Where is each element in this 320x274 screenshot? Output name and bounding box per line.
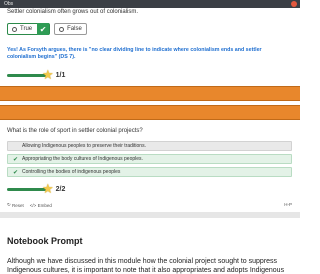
option-true-button[interactable]: True ✔	[7, 23, 51, 35]
question-2-text: What is the role of sport in settler col…	[7, 128, 143, 134]
embed-label: Embed	[37, 202, 52, 208]
radio-icon	[12, 26, 17, 32]
window-title: Obs	[4, 1, 14, 7]
option-false-label: False	[67, 26, 82, 32]
progress-track	[7, 73, 46, 77]
embed-button[interactable]: </> Embed	[30, 202, 52, 208]
activity-actions: ↻ Reset </> Embed	[7, 202, 52, 208]
notebook-body: Although we have discussed in this modul…	[7, 258, 285, 274]
progress-fill	[7, 187, 46, 191]
progress-fill	[7, 73, 46, 77]
question-1-text: Settler colonialism often grows out of c…	[7, 9, 139, 15]
answer-option[interactable]: ✔ Appropriating the body cultures of Ind…	[7, 154, 292, 164]
reset-label: Reset	[12, 202, 24, 208]
orange-banner	[0, 86, 300, 101]
option-false-button[interactable]: False	[54, 23, 87, 35]
check-icon: ✔	[12, 156, 19, 163]
answer-text: Controlling the bodies of indigenous peo…	[22, 169, 121, 175]
option-true-label: True	[20, 26, 33, 32]
answer-text: Allowing Indigenous peoples to preserve …	[22, 143, 146, 149]
answer-option[interactable]: Allowing Indigenous peoples to preserve …	[7, 141, 292, 151]
reset-button[interactable]: ↻ Reset	[7, 202, 24, 208]
progress-label: 2/2	[55, 185, 66, 193]
question-2-progress: ★ 2/2	[7, 181, 66, 196]
checkmark-icon: ✔	[37, 23, 50, 35]
star-icon: ★	[42, 67, 54, 82]
notebook-title: Notebook Prompt	[7, 236, 83, 246]
true-false-options: True ✔ False	[7, 23, 87, 35]
orange-banner	[0, 105, 300, 120]
star-icon: ★	[42, 181, 54, 196]
progress-track	[7, 187, 46, 191]
radio-icon	[59, 26, 65, 32]
progress-label: 1/1	[55, 71, 66, 79]
embed-icon: </>	[29, 202, 38, 208]
check-icon: ✔	[12, 169, 19, 176]
h5p-label[interactable]: H-P	[284, 202, 292, 207]
window-titlebar: Obs	[0, 0, 300, 8]
answer-feedback: Yes! As Forsyth argues, there is "no cle…	[7, 47, 262, 60]
close-window-button[interactable]	[291, 1, 297, 7]
answer-option[interactable]: ✔ Controlling the bodies of indigenous p…	[7, 167, 292, 177]
section-divider	[0, 212, 300, 218]
answer-text: Appropriating the body cultures of Indig…	[22, 156, 143, 162]
question-1-progress: ★ 1/1	[7, 67, 66, 82]
